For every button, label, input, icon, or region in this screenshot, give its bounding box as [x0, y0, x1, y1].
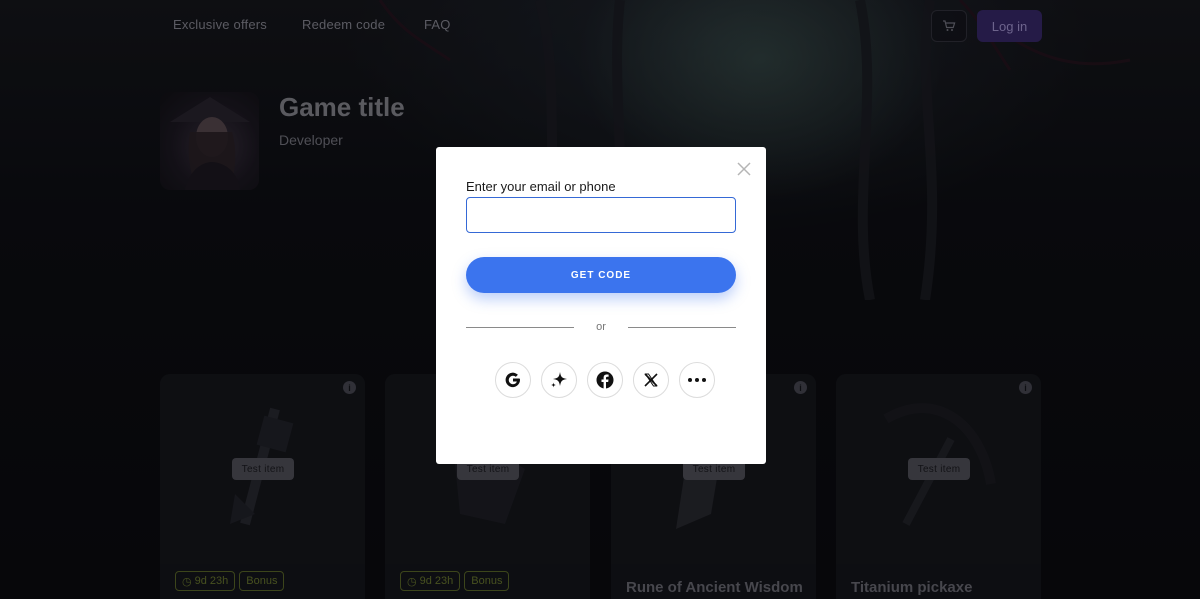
more-login-options-button[interactable] [679, 362, 715, 398]
email-phone-input[interactable] [466, 197, 736, 233]
google-login-button[interactable] [495, 362, 531, 398]
google-icon [505, 372, 520, 388]
x-login-button[interactable] [633, 362, 669, 398]
login-modal: Enter your email or phone GET CODE or [436, 147, 766, 464]
facebook-icon [596, 371, 614, 389]
sparkle-login-button[interactable] [541, 362, 577, 398]
get-code-button[interactable]: GET CODE [466, 257, 736, 293]
facebook-login-button[interactable] [587, 362, 623, 398]
sparkle-icon [551, 372, 567, 388]
close-button[interactable] [736, 161, 752, 177]
x-icon [644, 373, 658, 387]
more-icon [688, 378, 706, 382]
email-phone-label: Enter your email or phone [466, 179, 616, 194]
social-login-options [495, 362, 715, 398]
divider-right [628, 327, 736, 328]
close-icon [737, 162, 751, 176]
